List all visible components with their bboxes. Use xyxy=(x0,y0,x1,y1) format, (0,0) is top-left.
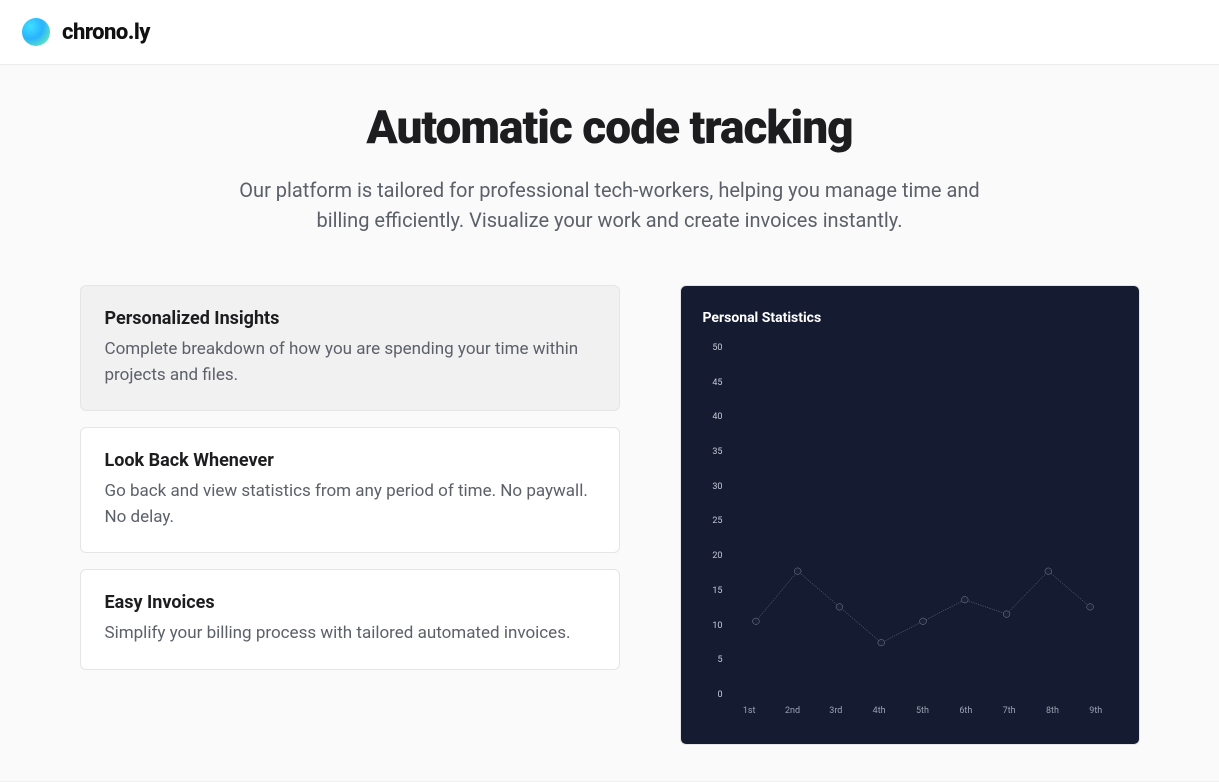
y-tick: 0 xyxy=(717,691,722,700)
x-tick: 9th xyxy=(1081,700,1110,722)
x-tick: 5th xyxy=(908,700,937,722)
y-tick: 10 xyxy=(712,622,722,631)
x-tick: 1st xyxy=(735,700,764,722)
feature-card-desc: Go back and view statistics from any per… xyxy=(105,479,595,530)
x-tick: 8th xyxy=(1038,700,1067,722)
page-subtitle: Our platform is tailored for professiona… xyxy=(230,175,990,235)
hero-inner: Automatic code tracking Our platform is … xyxy=(60,101,1160,745)
chart-plot: 50454035302520151050 1st2nd3rd4th5th6th7… xyxy=(703,342,1117,722)
page-title: Automatic code tracking xyxy=(80,101,1140,155)
x-tick: 2nd xyxy=(778,700,807,722)
chart-bars xyxy=(729,342,1117,700)
chart-plot-area: 1st 2nd 3rd 4th 5th 6th 7th 8th 9th xyxy=(729,342,1117,722)
y-tick: 30 xyxy=(712,483,722,492)
x-tick: 6th xyxy=(951,700,980,722)
feature-card-lookback[interactable]: Look Back Whenever Go back and view stat… xyxy=(80,427,620,553)
y-tick: 50 xyxy=(712,344,722,353)
feature-card-title: Easy Invoices xyxy=(105,592,595,613)
feature-card-title: Look Back Whenever xyxy=(105,450,595,471)
feature-card-desc: Complete breakdown of how you are spendi… xyxy=(105,337,595,388)
feature-card-title: Personalized Insights xyxy=(105,308,595,329)
y-tick: 40 xyxy=(712,413,722,422)
y-tick: 5 xyxy=(717,656,722,665)
topbar: chrono.ly xyxy=(0,0,1219,65)
y-tick: 45 xyxy=(712,379,722,388)
x-tick: 4th xyxy=(864,700,893,722)
chart-y-axis: 50454035302520151050 xyxy=(703,342,729,722)
feature-card-desc: Simplify your billing process with tailo… xyxy=(105,621,595,647)
chart-panel: Personal Statistics 50454035302520151050… xyxy=(680,285,1140,745)
hero-section: Automatic code tracking Our platform is … xyxy=(0,65,1219,782)
x-tick: 3rd xyxy=(821,700,850,722)
chart-title: Personal Statistics xyxy=(703,310,1117,326)
feature-card-insights[interactable]: Personalized Insights Complete breakdown… xyxy=(80,285,620,411)
chart-col: Personal Statistics 50454035302520151050… xyxy=(680,285,1140,745)
y-tick: 20 xyxy=(712,552,722,561)
x-tick: 7th xyxy=(994,700,1023,722)
chart-x-axis: 1st 2nd 3rd 4th 5th 6th 7th 8th 9th xyxy=(729,700,1117,722)
feature-card-invoices[interactable]: Easy Invoices Simplify your billing proc… xyxy=(80,569,620,670)
y-tick: 35 xyxy=(712,448,722,457)
brand-name[interactable]: chrono.ly xyxy=(62,20,150,45)
logo-icon xyxy=(22,18,50,46)
hero-grid: Personalized Insights Complete breakdown… xyxy=(80,285,1140,745)
feature-cards: Personalized Insights Complete breakdown… xyxy=(80,285,620,670)
y-tick: 15 xyxy=(712,587,722,596)
y-tick: 25 xyxy=(712,517,722,526)
